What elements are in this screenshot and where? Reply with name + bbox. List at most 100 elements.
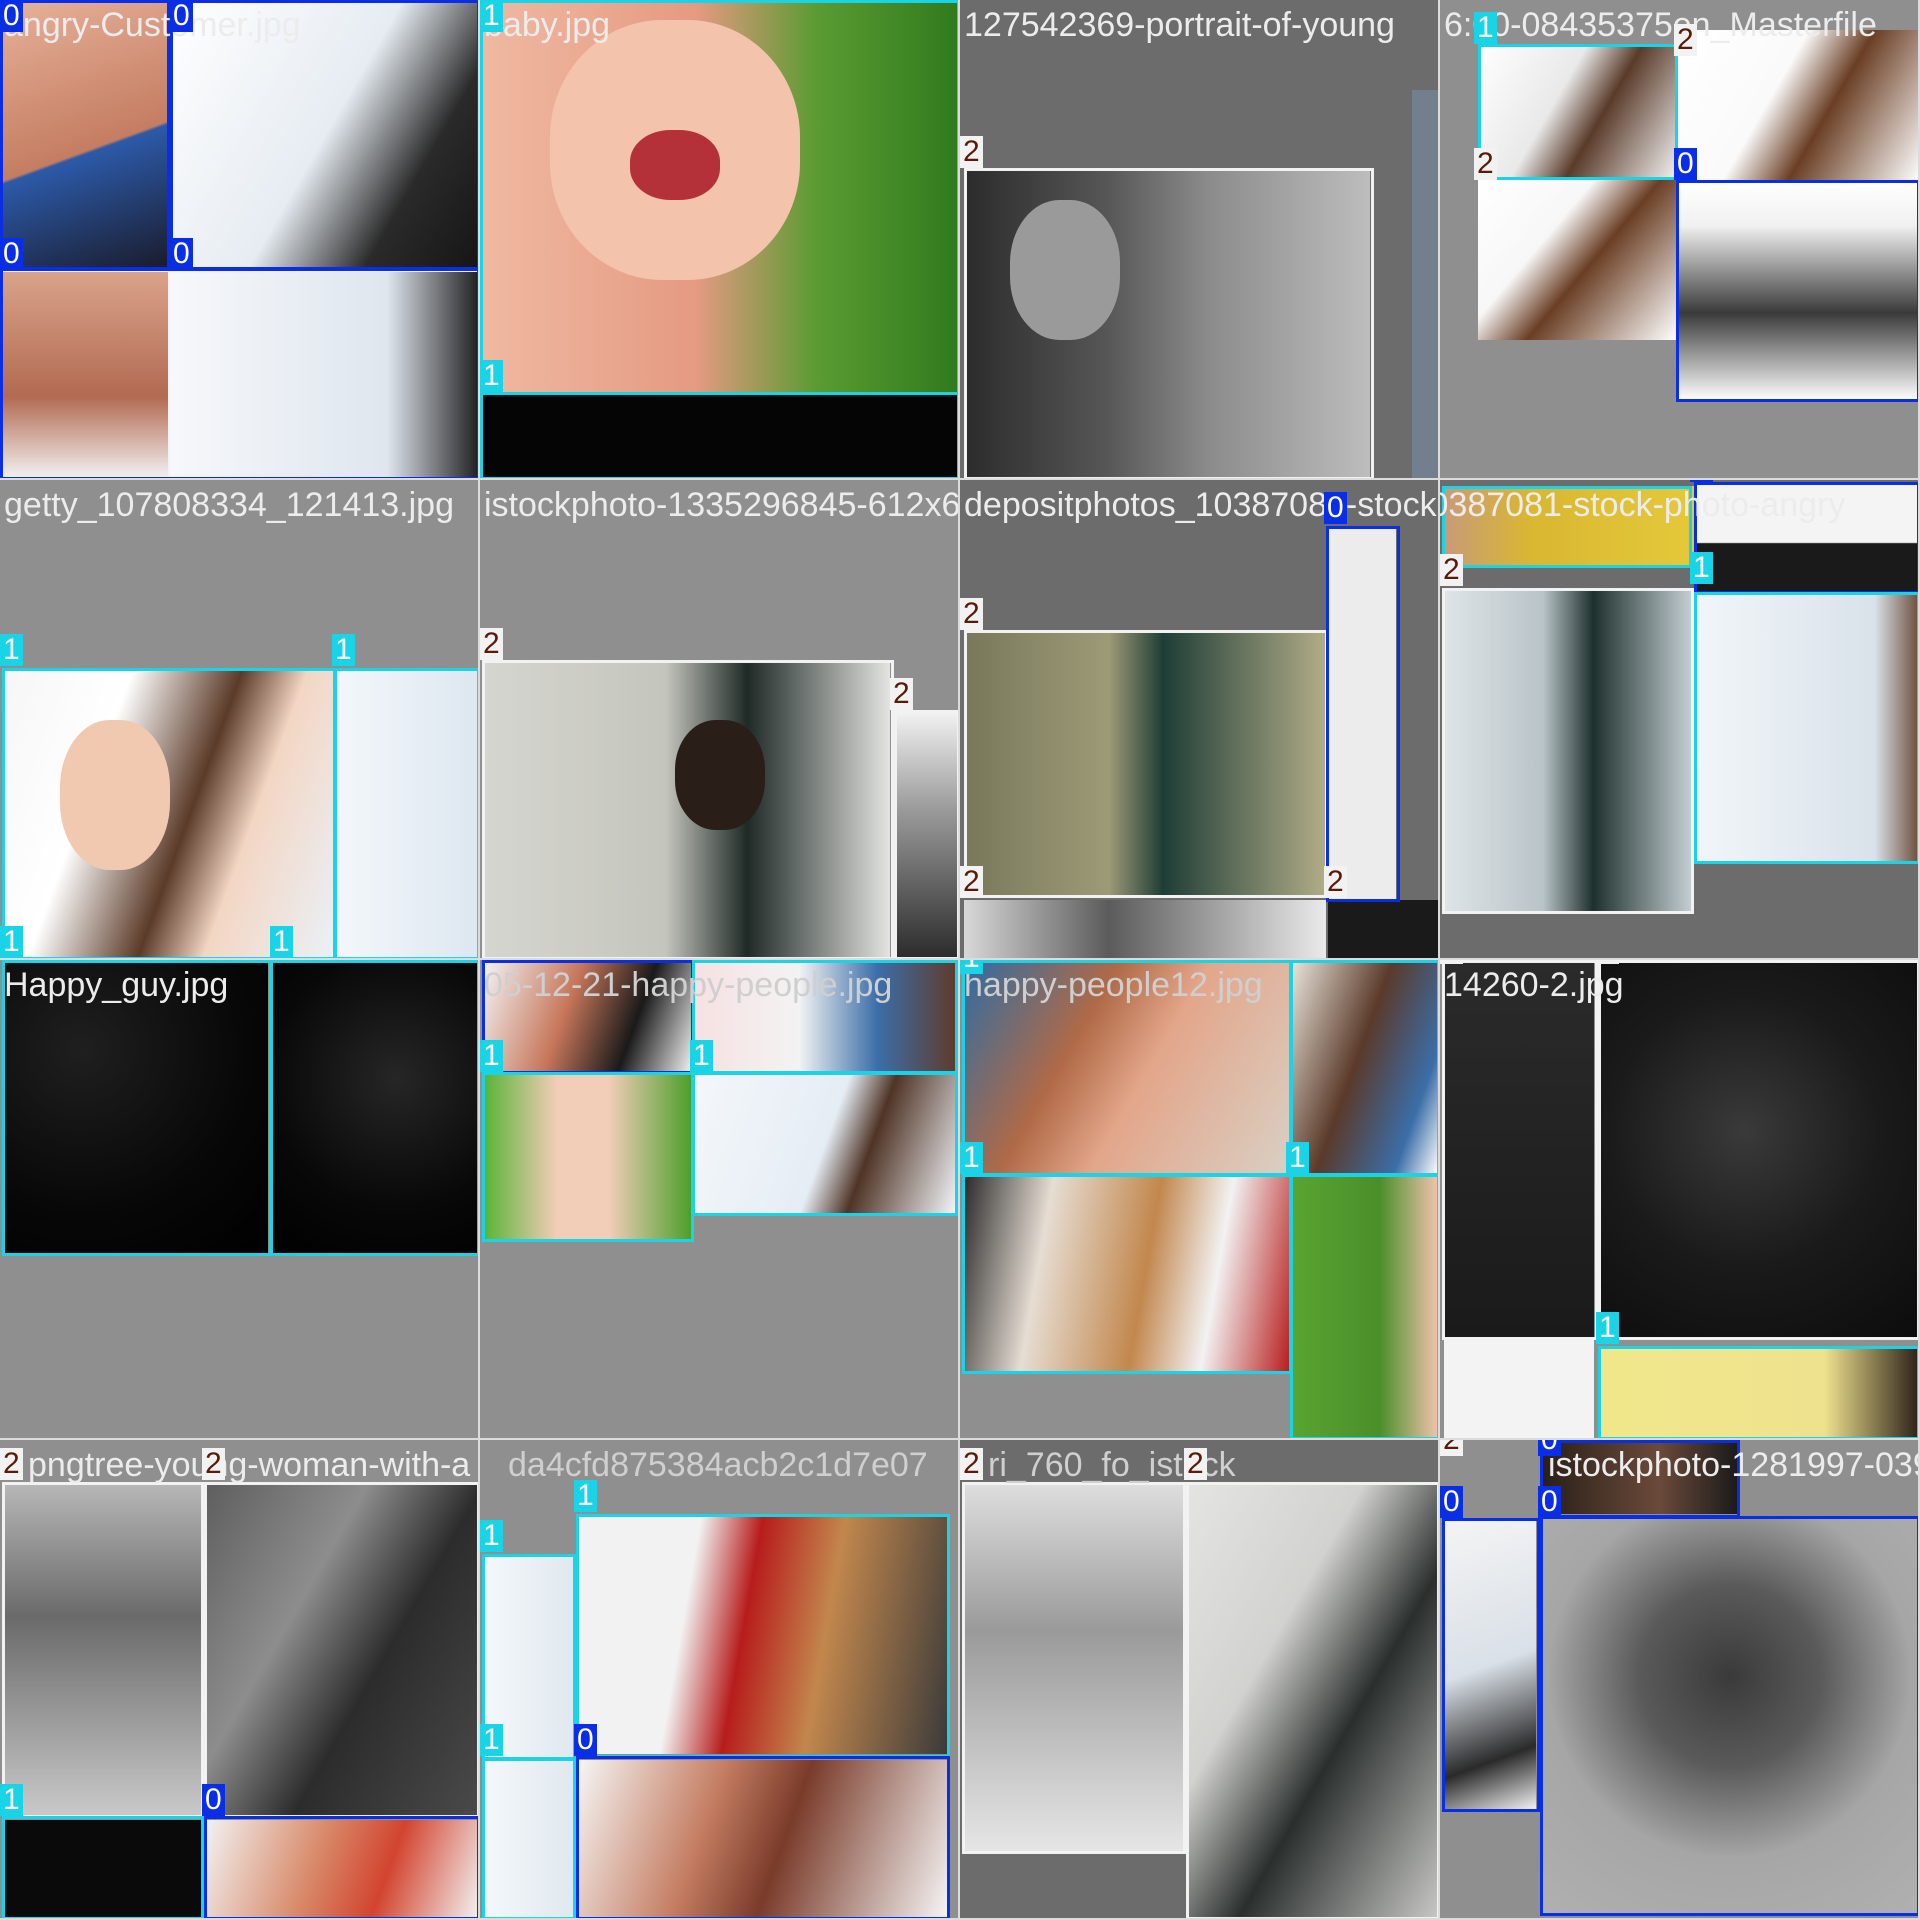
- class-label: 2: [202, 1448, 225, 1480]
- tile-ri-760: 2 2 ri_760_fo_istock: [960, 1440, 1440, 1920]
- class-label: 2: [480, 628, 503, 660]
- detection-box: [962, 1174, 1292, 1374]
- class-label: 2: [1184, 1448, 1207, 1480]
- class-label: 1: [480, 0, 503, 32]
- detection-box: [1598, 1346, 1918, 1438]
- class-label: 0: [1324, 492, 1347, 524]
- class-label: 0: [1674, 148, 1697, 180]
- tile-baby: 1 1 baby.jpg: [480, 0, 960, 480]
- class-label: 0: [574, 1724, 597, 1756]
- class-label: 0: [1538, 1440, 1561, 1456]
- detection-box: [482, 1758, 576, 1918]
- photo-stressed-man-2: [1478, 180, 1676, 340]
- class-label: 1: [1474, 12, 1497, 44]
- tile-14260-2: 2 2 1 14260-2.jpg: [1440, 960, 1920, 1440]
- detection-box: [1478, 44, 1678, 180]
- tile-filename: happy-people12.jpg: [964, 966, 1263, 1004]
- tile-filename: istockphoto-1335296845-612x612.jpg: [484, 486, 960, 524]
- tile-happy-people12: 1 1 1 1 happy-people12.jpg: [960, 960, 1440, 1440]
- detection-box: [204, 1816, 478, 1918]
- detection-box: [482, 1072, 694, 1242]
- detection-box: [894, 710, 958, 958]
- tile-filename: Happy_guy.jpg: [4, 966, 229, 1004]
- detection-box: [576, 1756, 950, 1918]
- class-label: 1: [0, 926, 23, 958]
- detection-box: [1694, 592, 1918, 864]
- class-label: 2: [960, 136, 983, 168]
- mosaic-grid: 0 0 0 0 angry-Customer.jpg 1 1 baby.jpg …: [0, 0, 1920, 1920]
- tile-portrait-young: 2 127542369-portrait-of-young: [960, 0, 1440, 480]
- class-label: 2: [0, 1448, 23, 1480]
- class-label: 1: [574, 1480, 597, 1512]
- detection-box: [482, 660, 894, 958]
- tile-depositphotos-right: 0 1 2 depositphotos_10387081-stock-photo…: [1440, 480, 1920, 960]
- detection-box: [1676, 180, 1918, 402]
- class-label: 2: [1474, 148, 1497, 180]
- tile-filename: da4cfd875384acb2c1d7e07: [508, 1446, 928, 1484]
- photo-woman-crop: [964, 900, 1326, 958]
- class-label: 1: [0, 1784, 23, 1816]
- class-label: 2: [1440, 554, 1463, 586]
- detection-box: [480, 0, 958, 395]
- tile-da4cfd: 1 1 1 0 da4cfd875384acb2c1d7e07: [480, 1440, 960, 1920]
- detection-box: [2, 668, 336, 958]
- class-label: 1: [480, 1520, 503, 1552]
- tile-filename: depositphotos_10387081-stock-photo-angry: [1440, 486, 1846, 524]
- detection-box: [0, 268, 478, 478]
- detection-box: [204, 1482, 478, 1818]
- class-label: 2: [960, 866, 983, 898]
- class-label: 1: [480, 1724, 503, 1756]
- class-label: 0: [1538, 1486, 1561, 1518]
- tile-filename: angry-Customer.jpg: [4, 6, 301, 44]
- tile-filename: istockphoto-1281997-0395DFA40: [1548, 1446, 1918, 1484]
- class-label: 2: [1440, 960, 1463, 964]
- photo-stressed-man: [1678, 30, 1918, 180]
- tile-filename: 05-12-21-happy-people.jpg: [484, 966, 893, 1004]
- class-label: 1: [1286, 1142, 1309, 1174]
- class-label: 1: [960, 960, 983, 974]
- class-label: 1: [690, 1040, 713, 1072]
- class-label: 0: [170, 0, 193, 32]
- detection-box: [1442, 960, 1598, 1340]
- tile-happy-people-0512: 0 1 1 1 05-12-21-happy-people.jpg: [480, 960, 960, 1440]
- class-label: 1: [960, 1142, 983, 1174]
- class-label: 0: [0, 0, 23, 32]
- detection-box: [1290, 1174, 1438, 1438]
- tile-filename: 14260-2.jpg: [1444, 966, 1624, 1004]
- class-label: 2: [1440, 1440, 1463, 1456]
- tile-masterfile: 1 2 2 0 6:00-08435375en_Masterfile: [1440, 0, 1920, 480]
- class-label: 1: [480, 1040, 503, 1072]
- detection-box: [576, 1514, 950, 1758]
- detection-box: [270, 960, 478, 1256]
- class-label: 1: [1690, 552, 1713, 584]
- detection-box: [480, 392, 958, 478]
- tile-getty: 1 1 1 1 getty_107808334_121413.jpg: [0, 480, 480, 960]
- detection-box: [1290, 960, 1438, 1176]
- class-label: 1: [480, 360, 503, 392]
- class-label: 0: [1440, 1486, 1463, 1518]
- tile-istockphoto-1335296845: 2 2 istockphoto-1335296845-612x612.jpg: [480, 480, 960, 960]
- detection-box: [692, 1072, 958, 1216]
- class-label: 0: [0, 238, 23, 270]
- tile-angry-customer: 0 0 0 0 angry-Customer.jpg: [0, 0, 480, 480]
- photo-white-floor: [1444, 1340, 1594, 1438]
- class-label: 1: [1596, 1312, 1619, 1344]
- class-label: 2: [890, 678, 913, 710]
- class-label: 2: [1324, 866, 1347, 898]
- class-label: 0: [170, 238, 193, 270]
- class-label: 2: [1596, 960, 1619, 964]
- tile-filename: baby.jpg: [484, 6, 611, 44]
- class-label: 2: [1674, 24, 1697, 56]
- tile-istockphoto-screaming: 2 0 0 0 istockphoto-1281997-0395DFA40: [1440, 1440, 1920, 1920]
- tile-filename: getty_107808334_121413.jpg: [4, 486, 454, 524]
- detection-box: [964, 168, 1374, 478]
- detection-box: [1186, 1482, 1438, 1918]
- detection-box: [1326, 526, 1400, 902]
- class-label: 0: [1690, 480, 1713, 482]
- detection-box: [2, 1816, 204, 1918]
- class-label: 0: [202, 1784, 225, 1816]
- class-label: 1: [332, 634, 355, 666]
- detection-box: [1442, 588, 1694, 914]
- class-label: 2: [960, 598, 983, 630]
- tile-filename: depositphotos_10387081-stock-photo-angry: [964, 486, 1438, 524]
